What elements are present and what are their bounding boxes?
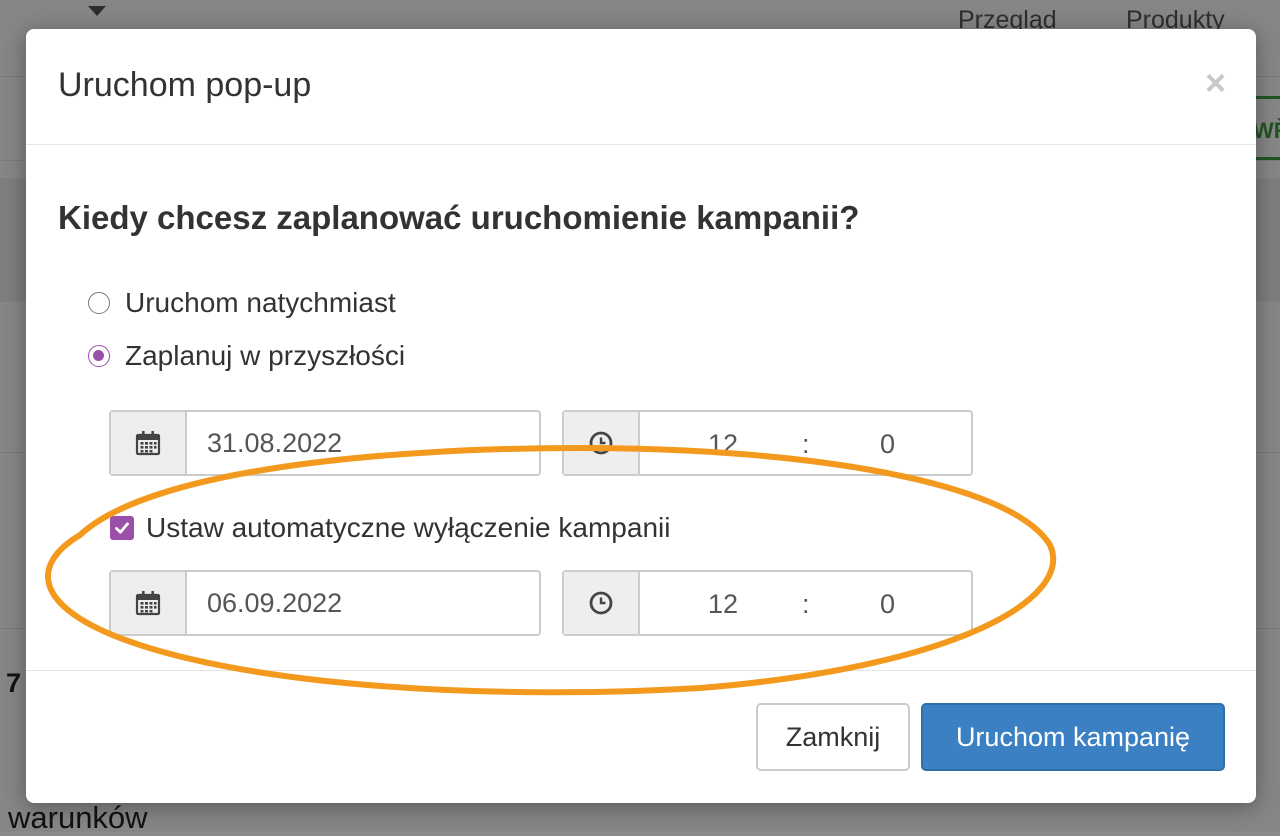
end-minute-input[interactable]: 0	[880, 589, 895, 620]
schedule-question: Kiedy chcesz zaplanować uruchomienie kam…	[58, 199, 860, 236]
modal-title: Uruchom pop-up	[58, 66, 312, 104]
start-time-inputs[interactable]: 12 : 0	[640, 412, 971, 474]
auto-off-checkbox-row[interactable]: Ustaw automatyczne wyłączenie kampanii	[110, 512, 670, 544]
end-date-value[interactable]: 06.09.2022	[187, 572, 342, 634]
calendar-icon[interactable]	[111, 572, 187, 634]
launch-popup-modal: Uruchom pop-up × Kiedy chcesz zaplanować…	[26, 29, 1256, 803]
start-date-value[interactable]: 31.08.2022	[187, 412, 342, 474]
end-time-field[interactable]: 12 : 0	[562, 570, 973, 636]
radio-label: Zaplanuj w przyszłości	[125, 340, 406, 371]
radio-label: Uruchom natychmiast	[125, 287, 396, 318]
modal-header: Uruchom pop-up ×	[26, 29, 1256, 145]
start-date-field[interactable]: 31.08.2022	[109, 410, 541, 476]
radio-button[interactable]	[88, 292, 110, 314]
launch-campaign-button[interactable]: Uruchom kampanię	[921, 703, 1225, 771]
auto-off-label: Ustaw automatyczne wyłączenie kampanii	[146, 512, 671, 543]
modal-footer-divider	[26, 670, 1256, 671]
end-hour-input[interactable]: 12	[708, 589, 738, 620]
calendar-icon[interactable]	[111, 412, 187, 474]
radio-launch-now[interactable]: Uruchom natychmiast	[88, 287, 396, 319]
time-separator: :	[802, 589, 810, 619]
start-hour-input[interactable]: 12	[708, 429, 738, 460]
clock-icon	[564, 572, 640, 634]
start-time-field[interactable]: 12 : 0	[562, 410, 973, 476]
close-icon[interactable]: ×	[1205, 65, 1226, 101]
time-separator: :	[802, 429, 810, 459]
end-time-inputs[interactable]: 12 : 0	[640, 572, 971, 634]
radio-button-selected[interactable]	[88, 345, 110, 367]
close-button[interactable]: Zamknij	[756, 703, 910, 771]
end-date-field[interactable]: 06.09.2022	[109, 570, 541, 636]
start-minute-input[interactable]: 0	[880, 429, 895, 460]
clock-icon	[564, 412, 640, 474]
auto-off-checkbox[interactable]	[110, 516, 134, 540]
radio-schedule-future[interactable]: Zaplanuj w przyszłości	[88, 340, 405, 372]
